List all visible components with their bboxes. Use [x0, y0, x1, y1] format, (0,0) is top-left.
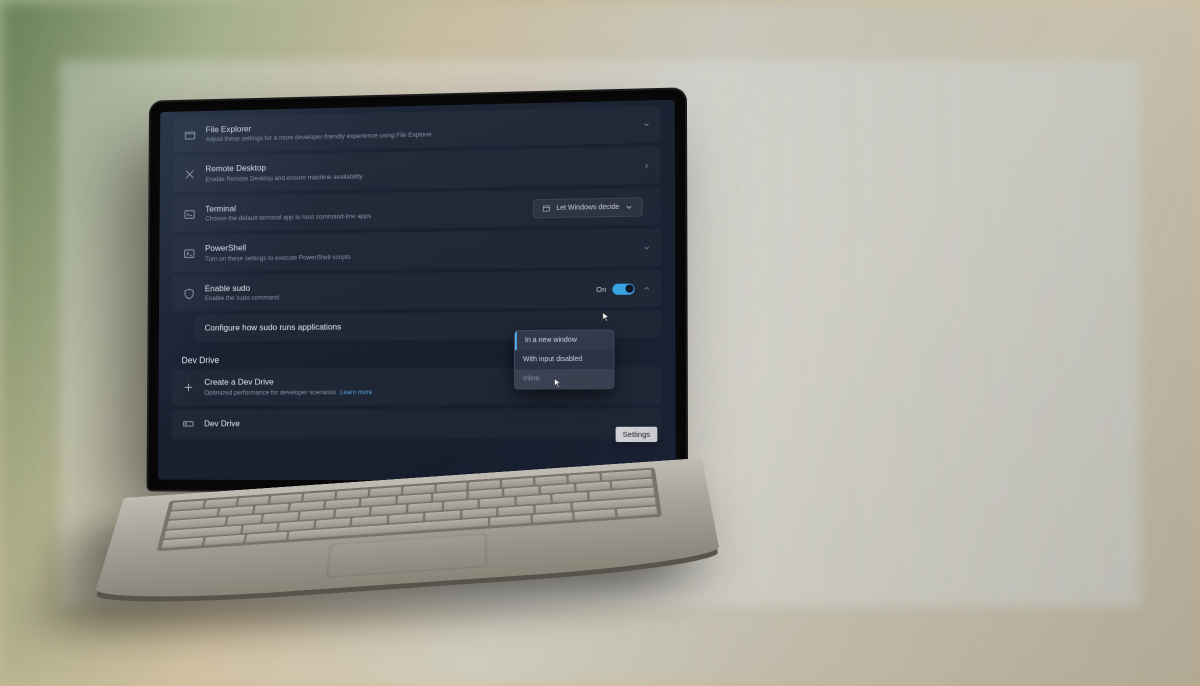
sudo-mode-dropdown[interactable]: In a new window With input disabled Inli…: [514, 329, 615, 389]
chevron-up-icon: [643, 285, 651, 293]
setting-powershell[interactable]: PowerShell Turn on these settings to exe…: [173, 229, 661, 272]
laptop-trackpad: [326, 533, 488, 578]
cursor-icon: [554, 378, 562, 388]
dev-drive-title: Dev Drive: [204, 418, 651, 430]
chevron-down-icon: [642, 121, 650, 129]
chevron-down-icon: [643, 243, 651, 251]
learn-more-link[interactable]: Learn more: [340, 389, 372, 396]
terminal-icon: [182, 207, 195, 221]
settings-screen: File Explorer Adjust these settings for …: [158, 100, 676, 481]
terminal-selected: Let Windows decide: [556, 204, 619, 212]
terminal-dropdown[interactable]: Let Windows decide: [533, 197, 642, 218]
setting-terminal[interactable]: Terminal Choose the default terminal app…: [173, 188, 661, 232]
setting-dev-drive[interactable]: Dev Drive: [172, 408, 662, 439]
remote-icon: [183, 168, 196, 182]
dropdown-option-input-disabled[interactable]: With input disabled: [515, 350, 614, 370]
dropdown-option-new-window[interactable]: In a new window: [515, 330, 613, 350]
folder-icon: [183, 128, 196, 142]
chevron-down-icon: [624, 202, 633, 211]
plus-icon: [181, 381, 194, 395]
setting-enable-sudo[interactable]: Enable sudo Enable the sudo command On: [172, 270, 661, 312]
sudo-toggle[interactable]: [612, 283, 634, 294]
laptop: File Explorer Adjust these settings for …: [140, 95, 900, 655]
settings-tooltip: Settings: [615, 427, 657, 442]
shield-icon: [182, 287, 195, 301]
setting-remote-desktop[interactable]: Remote Desktop Enable Remote Desktop and…: [173, 147, 661, 193]
dropdown-option-inline[interactable]: Inline: [515, 369, 614, 389]
setting-file-explorer[interactable]: File Explorer Adjust these settings for …: [173, 106, 660, 153]
window-icon: [542, 204, 551, 213]
chevron-right-icon: [642, 162, 650, 170]
powershell-icon: [182, 247, 195, 261]
drive-icon: [181, 417, 194, 431]
laptop-screen-bezel: File Explorer Adjust these settings for …: [148, 89, 686, 491]
create-dev-drive-desc: Optimized performance for developer scen…: [204, 389, 336, 396]
sudo-toggle-label: On: [596, 285, 606, 294]
cursor-icon: [602, 312, 610, 322]
